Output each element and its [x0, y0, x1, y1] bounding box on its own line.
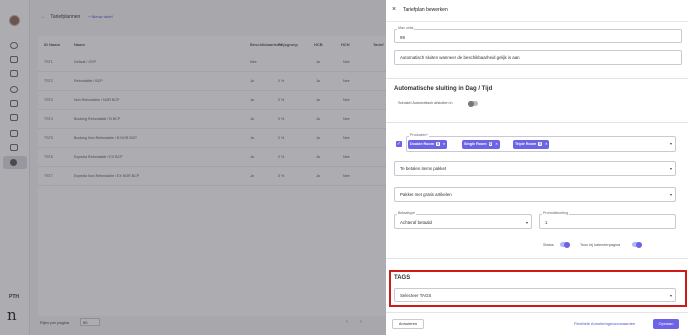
chevron-down-icon: ▾: [670, 166, 673, 171]
flexible-cancellation-link[interactable]: Flexibele Annuleringsvoorwaarden: [574, 321, 635, 326]
drawer-header: × Tariefplan bewerken: [386, 0, 688, 22]
chip-label: Single Room: [464, 142, 487, 146]
product-chip-triple-room[interactable]: Triple Room 0 ×: [513, 140, 550, 149]
package-select-value: Te betalen items pakket: [400, 166, 447, 171]
chevron-down-icon: ▾: [670, 192, 673, 197]
max-units-value: 99: [400, 35, 405, 40]
products-checkbox[interactable]: ✓: [396, 141, 402, 147]
chip-count: 0: [488, 142, 493, 146]
product-chip-double-room[interactable]: Double Room 0 ×: [408, 140, 448, 149]
payment-type-label: Betaaltype: [397, 211, 416, 215]
package-select[interactable]: Te betalen items pakket ▾: [394, 161, 676, 176]
divider: [386, 258, 688, 259]
products-label: Producten*: [409, 133, 429, 137]
chip-count: 0: [538, 142, 543, 146]
chip-remove-icon[interactable]: ×: [495, 142, 497, 146]
divider: [386, 122, 688, 123]
payment-type-select[interactable]: Achteraf betaald ▾: [394, 214, 532, 229]
cancel-button[interactable]: Annuleren: [392, 319, 424, 329]
chip-label: Triple Room: [515, 142, 537, 146]
chip-label: Double Room: [410, 142, 434, 146]
modal-overlay[interactable]: [0, 0, 386, 335]
calendar-toggle[interactable]: [632, 241, 642, 248]
free-items-select-value: Pakket met gratis artikelen: [400, 192, 452, 197]
status-toggle[interactable]: [560, 241, 570, 248]
divider: [386, 312, 688, 313]
status-label: Status: [543, 243, 554, 247]
max-units-field[interactable]: 99: [394, 29, 682, 43]
drawer-title: Tariefplan bewerken: [403, 7, 448, 13]
auto-close-section-title: Automatische sluiting in Dag / Tijd: [394, 86, 493, 92]
chevron-down-icon[interactable]: ▾: [670, 141, 672, 146]
chip-remove-icon[interactable]: ×: [545, 142, 547, 146]
calendar-label: Toon bij kalenderpagina: [580, 243, 621, 247]
chip-count: 0: [435, 142, 440, 146]
auto-close-toggle[interactable]: [468, 100, 478, 107]
promo-discount-value: 1: [545, 220, 548, 225]
divider: [386, 78, 688, 79]
close-icon[interactable]: ×: [392, 6, 396, 13]
free-items-select[interactable]: Pakket met gratis artikelen ▾: [394, 187, 676, 202]
max-units-label: Max units: [397, 26, 415, 30]
promo-discount-field[interactable]: 1: [539, 214, 676, 229]
save-button[interactable]: Opslaan: [653, 319, 679, 329]
product-chip-single-room[interactable]: Single Room 0 ×: [462, 140, 500, 149]
chip-remove-icon[interactable]: ×: [443, 142, 445, 146]
promo-discount-label: Promotiekorting: [542, 211, 570, 215]
auto-close-availability-text: Automatisch sluiten wanneer de beschikba…: [400, 55, 520, 60]
payment-type-value: Achteraf betaald: [400, 220, 432, 225]
auto-close-availability-field[interactable]: Automatisch sluiten wanneer de beschikba…: [394, 50, 682, 65]
tags-highlight-box: [389, 270, 687, 307]
auto-close-toggle-label: Schakel Automatisch afsluiten in: [398, 101, 453, 105]
chevron-down-icon: ▾: [526, 220, 529, 225]
